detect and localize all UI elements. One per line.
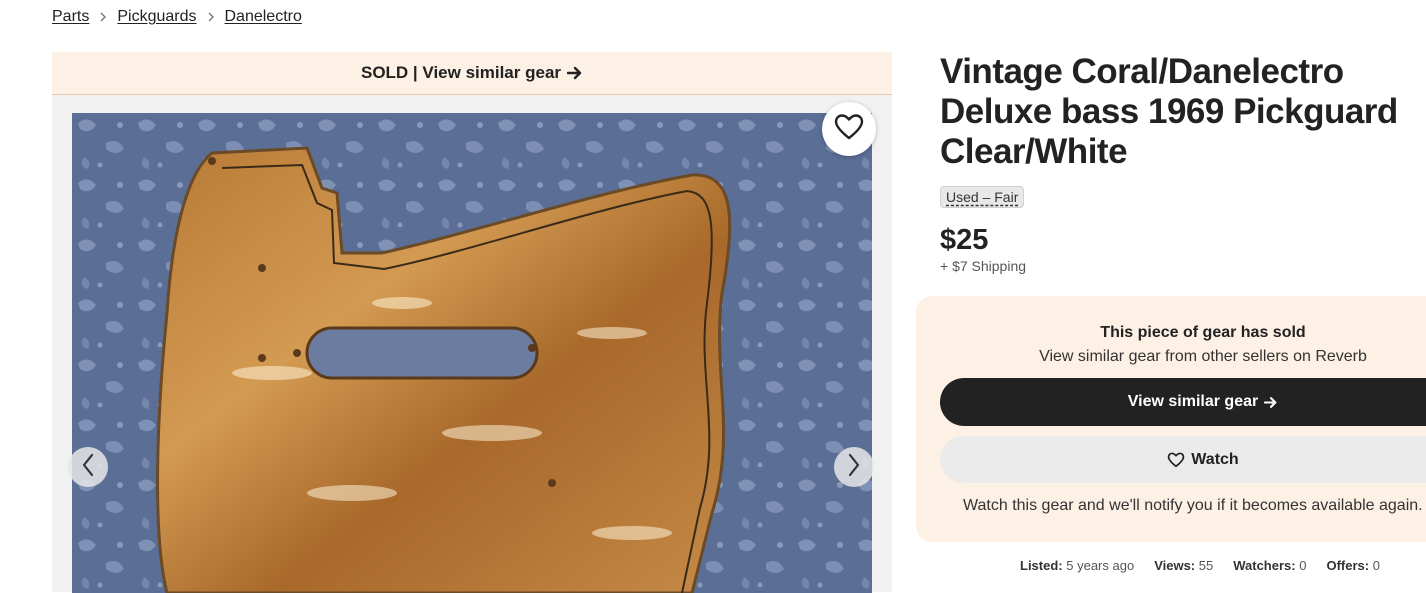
chevron-left-icon — [81, 453, 95, 482]
arrow-right-icon — [567, 66, 583, 80]
price: $25 — [940, 224, 989, 256]
sold-banner-label: SOLD | View similar gear — [360, 63, 562, 82]
breadcrumb-danelectro[interactable]: Danelectro — [225, 8, 302, 26]
listing-details: Vintage Coral/Danelectro Deluxe bass 196… — [940, 52, 1426, 274]
watch-button[interactable]: Watch — [940, 436, 1426, 483]
chevron-right-icon — [207, 12, 215, 22]
sold-view-similar-banner[interactable]: SOLD | View similar gear — [52, 52, 892, 95]
listing-title: Vintage Coral/Danelectro Deluxe bass 196… — [940, 52, 1398, 171]
watch-label: Watch — [1191, 450, 1239, 468]
watch-note: Watch this gear and we'll notify you if … — [963, 497, 1423, 514]
view-similar-label: View similar gear — [1127, 393, 1259, 410]
favorite-button[interactable] — [822, 102, 876, 156]
chevron-right-icon — [847, 453, 861, 482]
next-image-button[interactable] — [834, 447, 874, 487]
breadcrumb: Parts Pickguards Danelectro — [52, 6, 302, 28]
arrow-right-icon — [1264, 396, 1278, 409]
image-gallery: SOLD | View similar gear — [52, 52, 892, 593]
heart-outline-icon — [1167, 452, 1185, 468]
view-similar-gear-button[interactable]: View similar gear — [940, 378, 1426, 426]
product-photo[interactable] — [72, 113, 872, 593]
previous-image-button[interactable] — [68, 447, 108, 487]
heart-outline-icon — [834, 113, 864, 146]
condition-badge[interactable]: Used – Fair — [940, 186, 1025, 208]
sold-notice-card: This piece of gear has sold View similar… — [916, 296, 1426, 542]
sold-subtext: View similar gear from other sellers on … — [1039, 348, 1367, 365]
breadcrumb-pickguards[interactable]: Pickguards — [117, 8, 196, 26]
sold-heading: This piece of gear has sold — [1100, 324, 1306, 341]
breadcrumb-parts[interactable]: Parts — [52, 8, 89, 26]
shipping-cost: + $7 Shipping — [940, 258, 1027, 274]
chevron-right-icon — [99, 12, 107, 22]
